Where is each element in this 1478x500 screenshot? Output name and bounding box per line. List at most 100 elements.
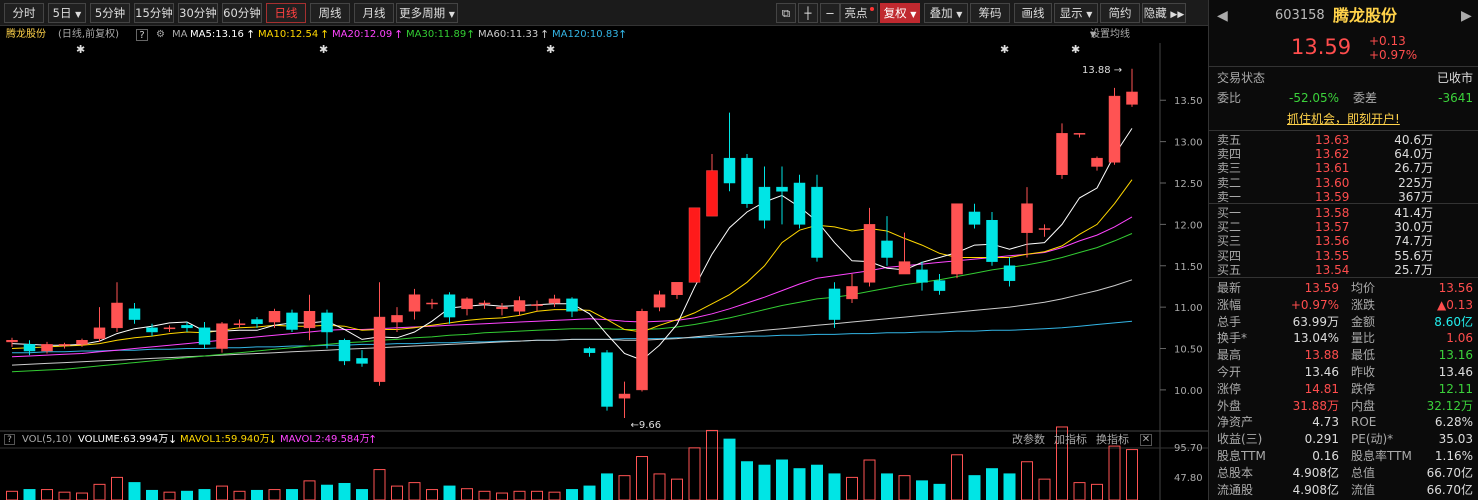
volume-bar [6, 490, 18, 500]
volume-bar [933, 483, 946, 500]
crosshair-icon[interactable]: ┼ [798, 3, 818, 23]
stat-label: 量比 [1351, 331, 1376, 346]
edit-params-button[interactable]: 改参数 [1012, 432, 1045, 448]
candle-body [58, 344, 71, 346]
stock-code: 603158 [1275, 8, 1325, 23]
notify-dot-icon [869, 7, 874, 11]
y-tick-label: 10.50 [1174, 345, 1203, 356]
ask-level-label: 卖一 [1217, 189, 1242, 204]
y-tick-label: 13.50 [1174, 96, 1203, 107]
divider [1209, 130, 1478, 131]
candle-body [916, 269, 928, 283]
chips-button[interactable]: 筹码 [970, 3, 1010, 23]
volume-bar [373, 469, 386, 500]
period-tab-15min[interactable]: 15分钟 [134, 3, 174, 23]
help-icon[interactable]: ? [136, 29, 148, 41]
open-account-banner[interactable]: 抓住机会，即刻开户! [1209, 110, 1478, 128]
period-tab-5day[interactable]: 5日 ▼ [48, 3, 86, 23]
forward-arrow-icon[interactable]: ▶ [1461, 8, 1472, 24]
candle-body [286, 312, 298, 330]
help-icon[interactable]: ? [4, 434, 15, 445]
ma-legend-bar: 腾龙股份 (日线,前复权) ? ⚙ MA MA5:13.16 ↑ MA10:12… [0, 27, 1208, 43]
back-arrow-icon[interactable]: ◀ [1217, 8, 1228, 24]
period-more-dropdown[interactable]: 更多周期 ▼ [396, 3, 458, 23]
gear-icon[interactable]: ⚙ [156, 27, 165, 43]
y-tick-label: 13.00 [1174, 138, 1203, 149]
stat-label: 股息率TTM [1351, 449, 1412, 463]
add-indicator-button[interactable]: 加指标 [1054, 432, 1087, 448]
volume-bar [1126, 449, 1138, 500]
candle-body [321, 312, 333, 333]
hide-button[interactable]: 隐藏 ▶▶ [1142, 3, 1186, 23]
chevron-down-icon: ▼ [1090, 30, 1097, 39]
ma60-value: MA60:11.33 [478, 29, 539, 40]
volume-bar [688, 447, 701, 500]
stat-row: 净资产 4.73 ROE 6.28% [1209, 414, 1478, 430]
candle-body [1056, 133, 1068, 175]
simple-button[interactable]: 简约 [1100, 3, 1140, 23]
candle-body [671, 282, 683, 295]
stat-row: 涨停 14.81 跌停 12.11 [1209, 381, 1478, 397]
ma10-value: MA10:12.54 [258, 29, 319, 40]
event-marker-icon: ✱ [1000, 43, 1009, 56]
stock-name: 腾龙股份 [1333, 6, 1398, 25]
overlay-label: 叠加 [929, 6, 953, 20]
volume-bar [531, 490, 543, 500]
adjust-button[interactable]: 复权 ▼ [880, 3, 920, 23]
candle-body [653, 294, 666, 308]
stat-value: 1.06 [1446, 331, 1473, 346]
volume-bar [41, 489, 53, 500]
period-tab-5min[interactable]: 5分钟 [90, 3, 130, 23]
period-tab-monthly[interactable]: 月线 [354, 3, 394, 23]
overlay-button[interactable]: 叠加 ▼ [924, 3, 968, 23]
open-account-link[interactable]: 抓住机会，即刻开户! [1287, 110, 1400, 128]
highlight-button[interactable]: 亮点 [840, 3, 878, 23]
period-tab-60min[interactable]: 60分钟 [222, 3, 262, 23]
volume-bar [846, 476, 858, 500]
restore-icon[interactable]: ⧉ [776, 3, 796, 23]
candle-body [793, 182, 806, 225]
switch-indicator-button[interactable]: 换指标 [1096, 432, 1129, 448]
candle-body [566, 298, 578, 312]
stat-label: 净资产 [1217, 415, 1254, 430]
event-marker-icon: ✱ [76, 43, 85, 56]
stat-value: 13.59 [1304, 281, 1339, 295]
display-button[interactable]: 显示 ▼ [1054, 3, 1098, 23]
volume-bar [146, 489, 158, 500]
mavol2-value: MAVOL2:49.584万 [280, 434, 370, 445]
period-tab-daily[interactable]: 日线 [266, 3, 306, 23]
period-tab-weekly[interactable]: 周线 [310, 3, 350, 23]
volume-bar [408, 482, 421, 500]
candle-body [461, 298, 473, 310]
volume-bar [198, 489, 211, 500]
candle-body [1021, 203, 1033, 233]
stat-label: 收益(三) [1217, 432, 1263, 447]
minus-icon[interactable]: − [820, 3, 840, 23]
period-tab-intraday[interactable]: 分时 [4, 3, 44, 23]
stock-name-label: 腾龙股份 [6, 29, 46, 40]
candle-body [111, 302, 123, 329]
stat-row: 换手* 13.04% 量比 1.06 [1209, 330, 1478, 346]
draw-button[interactable]: 画线 [1014, 3, 1052, 23]
ma5-line [11, 128, 1133, 361]
candle-body [356, 358, 368, 364]
volume-legend-bar: ? VOL(5,10) VOLUME:63.994万 ↓ MAVOL1:59.9… [0, 432, 1208, 448]
stat-label: 跌停 [1351, 381, 1376, 396]
volume-bar [128, 482, 141, 500]
volume-bar [618, 475, 631, 500]
vol-tick-label: 47.80 [1174, 473, 1203, 484]
close-icon[interactable]: ✕ [1140, 434, 1152, 446]
stat-label: 最高 [1217, 348, 1242, 363]
candle-body [303, 311, 316, 329]
period-tab-30min[interactable]: 30分钟 [178, 3, 218, 23]
volume-bar [776, 459, 788, 500]
candle-body [758, 186, 771, 221]
candle-body [968, 211, 981, 225]
ma10-line [11, 179, 1133, 349]
volume-bar [1021, 461, 1033, 500]
candle-body [41, 344, 53, 352]
volume-bar [321, 484, 333, 500]
y-tick-label: 12.50 [1174, 179, 1203, 190]
stock-app: 分时 5日 ▼ 5分钟 15分钟 30分钟 60分钟 日线 周线 月线 更多周期… [0, 0, 1478, 500]
volume-bar [986, 468, 998, 500]
